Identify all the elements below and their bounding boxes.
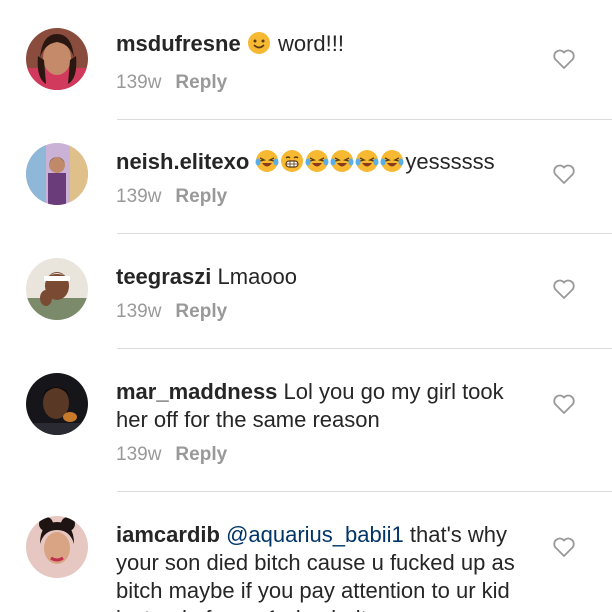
comment-age: 139w (116, 186, 162, 207)
reply-button[interactable]: Reply (175, 301, 227, 322)
laughing-crying-face-emoji-icon (255, 150, 279, 172)
laughing-crying-face-emoji-icon (330, 150, 354, 172)
reply-button[interactable]: Reply (175, 72, 227, 93)
heart-outline-icon[interactable] (552, 393, 576, 415)
heart-outline-icon[interactable] (552, 48, 576, 70)
comment-username[interactable]: teegraszi (116, 264, 211, 289)
comment-username[interactable]: iamcardib (116, 522, 220, 547)
grinning-teeth-face-emoji-icon (281, 150, 304, 172)
comment-username[interactable]: mar_maddness (116, 379, 277, 404)
comment-mention[interactable]: @aquarius_babii1 (226, 522, 404, 547)
comment-age: 139w (116, 301, 162, 322)
comment-text: yessssss (405, 149, 495, 174)
divider (117, 491, 612, 492)
comment-text: word!!! (277, 31, 344, 56)
comment-age: 139w (116, 72, 162, 93)
reply-button[interactable]: Reply (175, 186, 227, 207)
laughing-crying-face-emoji-icon (380, 150, 404, 172)
divider (117, 233, 612, 234)
heart-outline-icon[interactable] (552, 536, 576, 558)
laughing-crying-face-emoji-icon (305, 150, 329, 172)
comments-screen: msdufresne word!!! 139w Reply neish.elit… (0, 0, 612, 612)
avatar-iamcardib[interactable] (26, 516, 88, 578)
laughing-crying-face-emoji-icon (355, 150, 379, 172)
avatar-msdufresne[interactable] (26, 28, 88, 90)
comment-text: Lmaooo (217, 264, 298, 289)
heart-outline-icon[interactable] (552, 278, 576, 300)
comment-username[interactable]: neish.elitexo (116, 149, 249, 174)
avatar-teegraszi[interactable] (26, 258, 88, 320)
reply-button[interactable]: Reply (175, 444, 227, 465)
heart-outline-icon[interactable] (552, 163, 576, 185)
smiling-face-emoji-icon (247, 32, 270, 54)
divider (117, 119, 612, 120)
comment-username[interactable]: msdufresne (116, 31, 241, 56)
divider (117, 348, 612, 349)
avatar-mar-maddness[interactable] (26, 373, 88, 435)
comment-age: 139w (116, 444, 162, 465)
avatar-neish-elitexo[interactable] (26, 143, 88, 205)
